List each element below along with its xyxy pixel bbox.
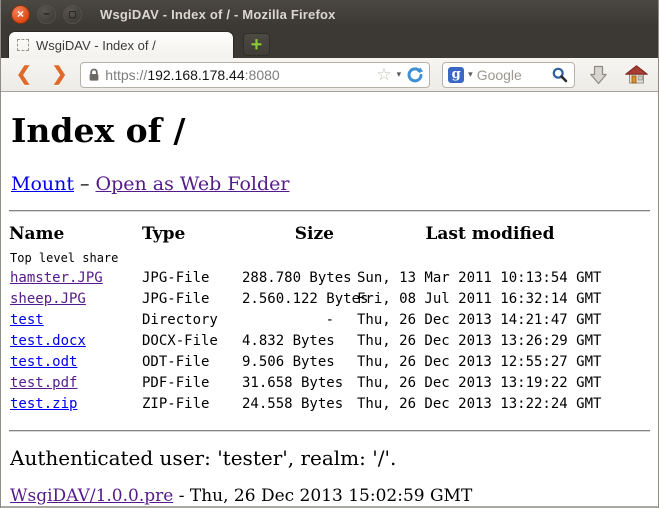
wsgidav-version-link[interactable]: WsgiDAV/1.0.0.pre <box>10 486 173 506</box>
tab-bar: WsgiDAV - Index of / + <box>1 28 658 58</box>
file-type: JPG-File <box>142 289 242 310</box>
url-scheme: https:// <box>105 67 147 83</box>
plus-icon: + <box>251 35 263 55</box>
file-table-body: Top level share hamster.JPG JPG-File 288… <box>9 248 646 415</box>
search-engine-caret-icon[interactable]: ▾ <box>468 70 473 79</box>
table-row: test Directory - Thu, 26 Dec 2013 14:21:… <box>9 310 646 331</box>
file-last-modified: Fri, 08 Jul 2011 16:32:14 GMT <box>334 289 646 310</box>
auth-status-text: Authenticated user: 'tester', realm: '/'… <box>10 446 650 470</box>
file-size: 288.780 Bytes <box>242 268 334 289</box>
page-nav-links: Mount–Open as Web Folder <box>11 173 650 195</box>
file-table: Name Type Size Last modified Top level s… <box>9 218 646 415</box>
navigation-toolbar: ❮ ❯ https://192.168.178.44:8080 ☆ ▾ g ▾ … <box>1 58 658 92</box>
file-type: ZIP-File <box>142 394 242 415</box>
file-last-modified: Thu, 26 Dec 2013 13:26:29 GMT <box>334 331 646 352</box>
table-row: test.odt ODT-File 9.506 Bytes Thu, 26 De… <box>9 352 646 373</box>
google-favicon-icon: g <box>448 67 464 83</box>
tab-title: WsgiDAV - Index of / <box>36 38 156 53</box>
file-size: 31.658 Bytes <box>242 373 334 394</box>
file-table-header-row: Name Type Size Last modified <box>9 218 646 248</box>
file-name-link[interactable]: test.pdf <box>10 375 77 391</box>
table-row: hamster.JPG JPG-File 288.780 Bytes Sun, … <box>9 268 646 289</box>
file-type: ODT-File <box>142 352 242 373</box>
column-header-type: Type <box>142 218 242 248</box>
open-as-web-folder-link[interactable]: Open as Web Folder <box>96 173 290 195</box>
search-icon[interactable] <box>552 67 568 83</box>
file-type: JPG-File <box>142 268 242 289</box>
url-port: :8080 <box>245 67 280 83</box>
file-last-modified: Thu, 26 Dec 2013 14:21:47 GMT <box>334 310 646 331</box>
share-note: Top level share <box>9 248 646 268</box>
file-size: 24.558 Bytes <box>242 394 334 415</box>
url-bar[interactable]: https://192.168.178.44:8080 ☆ ▾ <box>80 62 430 88</box>
page-content: Index of / Mount–Open as Web Folder Name… <box>1 92 658 508</box>
file-size: 4.832 Bytes <box>242 331 334 352</box>
table-row: test.pdf PDF-File 31.658 Bytes Thu, 26 D… <box>9 373 646 394</box>
divider-bottom <box>9 430 650 432</box>
forward-button[interactable]: ❯ <box>45 62 75 88</box>
back-arrow-icon: ❮ <box>16 63 32 86</box>
file-name-link[interactable]: test <box>10 312 44 328</box>
nav-links-separator: – <box>80 173 90 195</box>
window-controls: × – ▢ <box>11 5 82 24</box>
tab-active[interactable]: WsgiDAV - Index of / <box>8 31 234 58</box>
minimize-icon: – <box>43 7 50 19</box>
file-name-link[interactable]: hamster.JPG <box>10 270 103 286</box>
reload-button[interactable] <box>406 66 424 84</box>
download-arrow-icon <box>590 65 607 85</box>
file-type: Directory <box>142 310 242 331</box>
footer-timestamp: - Thu, 26 Dec 2013 15:02:59 GMT <box>173 486 472 506</box>
file-last-modified: Sun, 13 Mar 2011 10:13:54 GMT <box>334 268 646 289</box>
maximize-icon: ▢ <box>68 10 77 19</box>
new-tab-button[interactable]: + <box>243 33 270 56</box>
home-button[interactable] <box>622 61 650 89</box>
mount-link[interactable]: Mount <box>11 173 74 195</box>
file-size: 2.560.122 Bytes <box>242 289 334 310</box>
column-header-name: Name <box>9 218 142 248</box>
share-note-row: Top level share <box>9 248 646 268</box>
close-button[interactable]: × <box>11 5 30 24</box>
file-name-link[interactable]: sheep.JPG <box>10 291 86 307</box>
url-text: https://192.168.178.44:8080 <box>105 67 371 83</box>
lock-icon <box>88 68 100 82</box>
table-row: test.zip ZIP-File 24.558 Bytes Thu, 26 D… <box>9 394 646 415</box>
back-button[interactable]: ❮ <box>9 62 39 88</box>
file-name-link[interactable]: test.docx <box>10 333 86 349</box>
urlbar-dropdown-caret-icon[interactable]: ▾ <box>397 70 402 79</box>
maximize-button[interactable]: ▢ <box>63 5 82 24</box>
divider-top <box>9 210 650 212</box>
column-header-last-modified: Last modified <box>334 218 646 248</box>
bookmark-star-icon[interactable]: ☆ <box>376 66 391 83</box>
footer: WsgiDAV/1.0.0.pre - Thu, 26 Dec 2013 15:… <box>10 486 650 506</box>
table-row: sheep.JPG JPG-File 2.560.122 Bytes Fri, … <box>9 289 646 310</box>
file-name-link[interactable]: test.odt <box>10 354 77 370</box>
file-name-link[interactable]: test.zip <box>10 396 77 412</box>
minimize-button[interactable]: – <box>37 5 56 24</box>
forward-arrow-icon: ❯ <box>52 63 68 86</box>
search-box[interactable]: g ▾ Google <box>442 62 575 88</box>
page-favicon-placeholder-icon <box>17 39 29 51</box>
column-header-size: Size <box>242 218 334 248</box>
file-last-modified: Thu, 26 Dec 2013 13:19:22 GMT <box>334 373 646 394</box>
page-title: Index of / <box>11 111 650 150</box>
file-last-modified: Thu, 26 Dec 2013 13:22:24 GMT <box>334 394 646 415</box>
home-icon <box>625 65 648 84</box>
file-size: - <box>242 310 334 331</box>
file-type: PDF-File <box>142 373 242 394</box>
reload-icon <box>406 66 424 84</box>
file-type: DOCX-File <box>142 331 242 352</box>
download-button[interactable] <box>585 61 613 89</box>
file-last-modified: Thu, 26 Dec 2013 12:55:27 GMT <box>334 352 646 373</box>
title-bar: × – ▢ WsgiDAV - Index of / - Mozilla Fir… <box>1 0 658 28</box>
table-row: test.docx DOCX-File 4.832 Bytes Thu, 26 … <box>9 331 646 352</box>
file-size: 9.506 Bytes <box>242 352 334 373</box>
search-input[interactable]: Google <box>477 67 548 83</box>
window-title: WsgiDAV - Index of / - Mozilla Firefox <box>100 7 336 22</box>
close-icon: × <box>17 8 24 20</box>
firefox-window: × – ▢ WsgiDAV - Index of / - Mozilla Fir… <box>0 0 659 508</box>
url-host: 192.168.178.44 <box>147 67 244 83</box>
